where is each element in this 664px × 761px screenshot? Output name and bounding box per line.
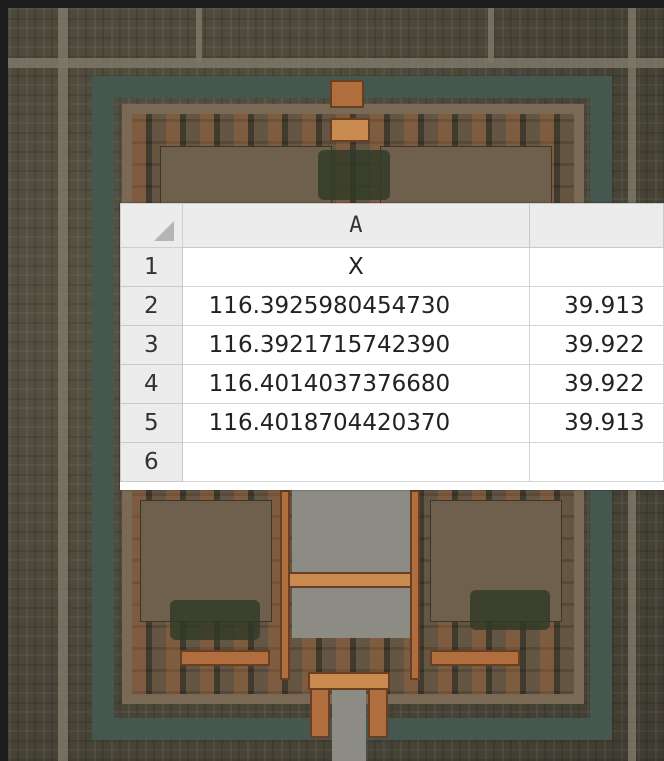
cell-a4[interactable]: 116.4014037376680 — [181, 364, 531, 404]
cell-a1[interactable]: X — [181, 247, 531, 287]
cell-a5[interactable]: 116.4018704420370 — [181, 403, 531, 443]
cell-a6[interactable] — [181, 442, 531, 482]
road — [58, 8, 68, 761]
south-approach — [332, 690, 366, 761]
courtyard — [380, 146, 552, 208]
meridian-gate-east-wing — [310, 688, 330, 738]
road — [196, 8, 202, 63]
tree-canopy — [318, 150, 390, 200]
column-header-b[interactable] — [529, 203, 664, 248]
cell-b5[interactable]: 39.913 — [529, 403, 664, 443]
table-row: 1 X — [120, 247, 664, 287]
row-header[interactable]: 2 — [120, 286, 183, 326]
central-hall — [284, 572, 420, 588]
cell-a2[interactable]: 116.3925980454730 — [181, 286, 531, 326]
cell-b6[interactable] — [529, 442, 664, 482]
north-gate-tower — [330, 80, 364, 108]
tree-canopy — [170, 600, 260, 640]
courtyard — [160, 146, 332, 208]
cell-b3[interactable]: 39.922 — [529, 325, 664, 365]
row-header[interactable]: 4 — [120, 364, 183, 404]
cell-a3[interactable]: 116.3921715742390 — [181, 325, 531, 365]
spreadsheet-grid: A 1 X 2 116.3925980454730 39.913 3 116.3… — [120, 203, 664, 490]
table-row: 4 116.4014037376680 39.922 — [120, 364, 664, 404]
table-row: 5 116.4018704420370 39.913 — [120, 403, 664, 443]
row-header[interactable]: 6 — [120, 442, 183, 482]
row-header[interactable]: 5 — [120, 403, 183, 443]
window-edge-left — [0, 0, 8, 761]
cell-b1[interactable] — [529, 247, 664, 287]
table-row: 6 — [120, 442, 664, 482]
row-header[interactable]: 3 — [120, 325, 183, 365]
road — [488, 8, 494, 63]
select-all-corner[interactable] — [120, 203, 183, 248]
column-header-row: A — [120, 203, 664, 248]
select-all-triangle-icon — [153, 221, 174, 241]
central-plaza — [292, 490, 410, 638]
column-header-a[interactable]: A — [181, 203, 531, 248]
window-edge-top — [0, 0, 664, 8]
courtyard-hall — [180, 650, 270, 666]
north-gate-hall — [330, 118, 370, 142]
table-row: 2 116.3925980454730 39.913 — [120, 286, 664, 326]
tree-canopy — [470, 590, 550, 630]
road — [8, 58, 664, 68]
cell-b2[interactable]: 39.913 — [529, 286, 664, 326]
courtyard-hall — [430, 650, 520, 666]
meridian-gate-west-wing — [368, 688, 388, 738]
cell-b4[interactable]: 39.922 — [529, 364, 664, 404]
table-row: 3 116.3921715742390 39.922 — [120, 325, 664, 365]
east-corridor — [280, 490, 290, 680]
west-corridor — [410, 490, 420, 680]
row-header[interactable]: 1 — [120, 247, 183, 287]
